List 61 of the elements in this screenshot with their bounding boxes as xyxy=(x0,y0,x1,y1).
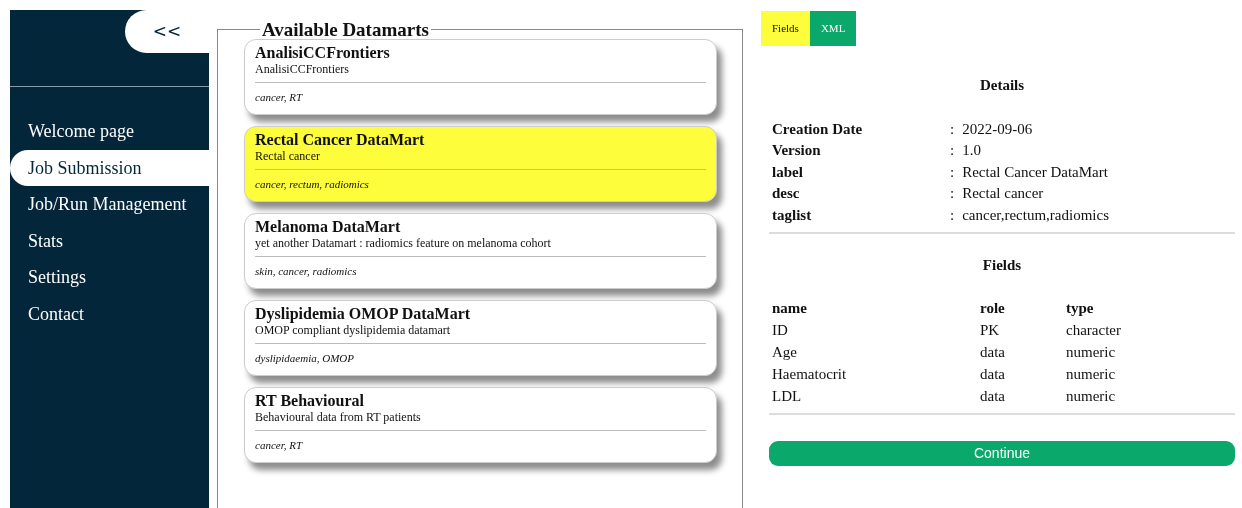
datamart-description: AnalisiCCFrontiers xyxy=(255,61,706,84)
nav-item[interactable]: Job/Run Management xyxy=(10,186,209,223)
tab[interactable]: Fields xyxy=(761,11,810,46)
detail-label: label xyxy=(772,162,804,182)
section-heading: Fields xyxy=(981,256,1023,275)
collapse-button[interactable]: << xyxy=(125,10,209,53)
detail-value: 2022-09-06 xyxy=(962,119,1033,139)
detail-label: Creation Date xyxy=(772,119,864,139)
detail-value: Rectal cancer xyxy=(962,184,1044,203)
table-cell-text: data xyxy=(980,386,1006,406)
separator: : xyxy=(950,141,955,160)
datamart-card[interactable]: Melanoma DataMart yet another Datamart : radiomics feature on melanoma cohort skin, cancer, radiomics xyxy=(244,213,717,289)
detail-value: 1.0 xyxy=(962,141,981,160)
column-header: role xyxy=(980,298,1006,318)
table-cell-text: Age xyxy=(772,342,798,362)
table-cell-text: Haematocrit xyxy=(772,364,848,384)
table-cell-text: numeric xyxy=(1066,342,1117,362)
datamart-description: Behavioural data from RT patients xyxy=(255,409,706,432)
table-cell-text: character xyxy=(1066,320,1122,340)
nav-item[interactable]: Contact xyxy=(10,295,209,332)
datamart-name: RT Behavioural xyxy=(255,393,365,410)
separator: : xyxy=(950,184,955,203)
datamart-tags: cancer, RT xyxy=(255,89,706,106)
panel-title: Available Datamarts xyxy=(261,20,430,39)
table-cell-text: PK xyxy=(980,320,1001,340)
nav-item[interactable]: Welcome page xyxy=(10,113,209,150)
datamart-card[interactable]: AnalisiCCFrontiers AnalisiCCFrontiers cancer, RT xyxy=(244,39,717,115)
table-cell-text: numeric xyxy=(1066,386,1117,406)
separator: : xyxy=(950,162,955,182)
detail-value: cancer,rectum,radiomics xyxy=(962,205,1109,225)
table-cell-text: LDL xyxy=(772,386,803,406)
column-header: name xyxy=(772,298,808,318)
table-cell-text: ID xyxy=(772,320,789,340)
table-cell-text: data xyxy=(980,342,1006,362)
datamart-card[interactable]: Rectal Cancer DataMart Rectal cancer cancer, rectum, radiomics xyxy=(244,126,717,202)
datamart-description: Rectal cancer xyxy=(255,148,706,171)
detail-label: taglist xyxy=(772,205,813,225)
datamart-tags: skin, cancer, radiomics xyxy=(255,263,706,280)
section-heading: Details xyxy=(978,76,1026,95)
datamart-name: Rectal Cancer DataMart xyxy=(255,132,426,149)
datamart-card[interactable]: Dyslipidemia OMOP DataMart OMOP compliant dyslipidemia datamart dyslipidaemia, OMOP xyxy=(244,300,717,376)
detail-label: desc xyxy=(772,184,801,203)
datamart-tags: dyslipidaemia, OMOP xyxy=(255,350,706,367)
nav-item[interactable]: Settings xyxy=(10,259,209,296)
detail-label: Version xyxy=(772,141,822,160)
datamart-tags: cancer, RT xyxy=(255,437,706,454)
datamart-description: yet another Datamart : radiomics feature on melanoma cohort xyxy=(255,235,706,258)
detail-value: Rectal Cancer DataMart xyxy=(962,162,1108,182)
datamart-description: OMOP compliant dyslipidemia datamart xyxy=(255,322,706,345)
datamart-tags: cancer, rectum, radiomics xyxy=(255,176,706,193)
column-header: type xyxy=(1066,298,1095,318)
separator: : xyxy=(950,119,955,139)
table-cell-text: data xyxy=(980,364,1006,384)
datamart-name: Dyslipidemia OMOP DataMart xyxy=(255,306,472,323)
nav-item[interactable]: Job Submission xyxy=(10,149,209,186)
nav-item[interactable]: Stats xyxy=(10,222,209,259)
datamart-name: Melanoma DataMart xyxy=(255,219,402,236)
datamart-name: AnalisiCCFrontiers xyxy=(255,45,391,62)
datamart-card[interactable]: RT Behavioural Behavioural data from RT patients cancer, RT xyxy=(244,387,717,463)
separator: : xyxy=(950,205,955,225)
table-cell-text: numeric xyxy=(1066,364,1117,384)
